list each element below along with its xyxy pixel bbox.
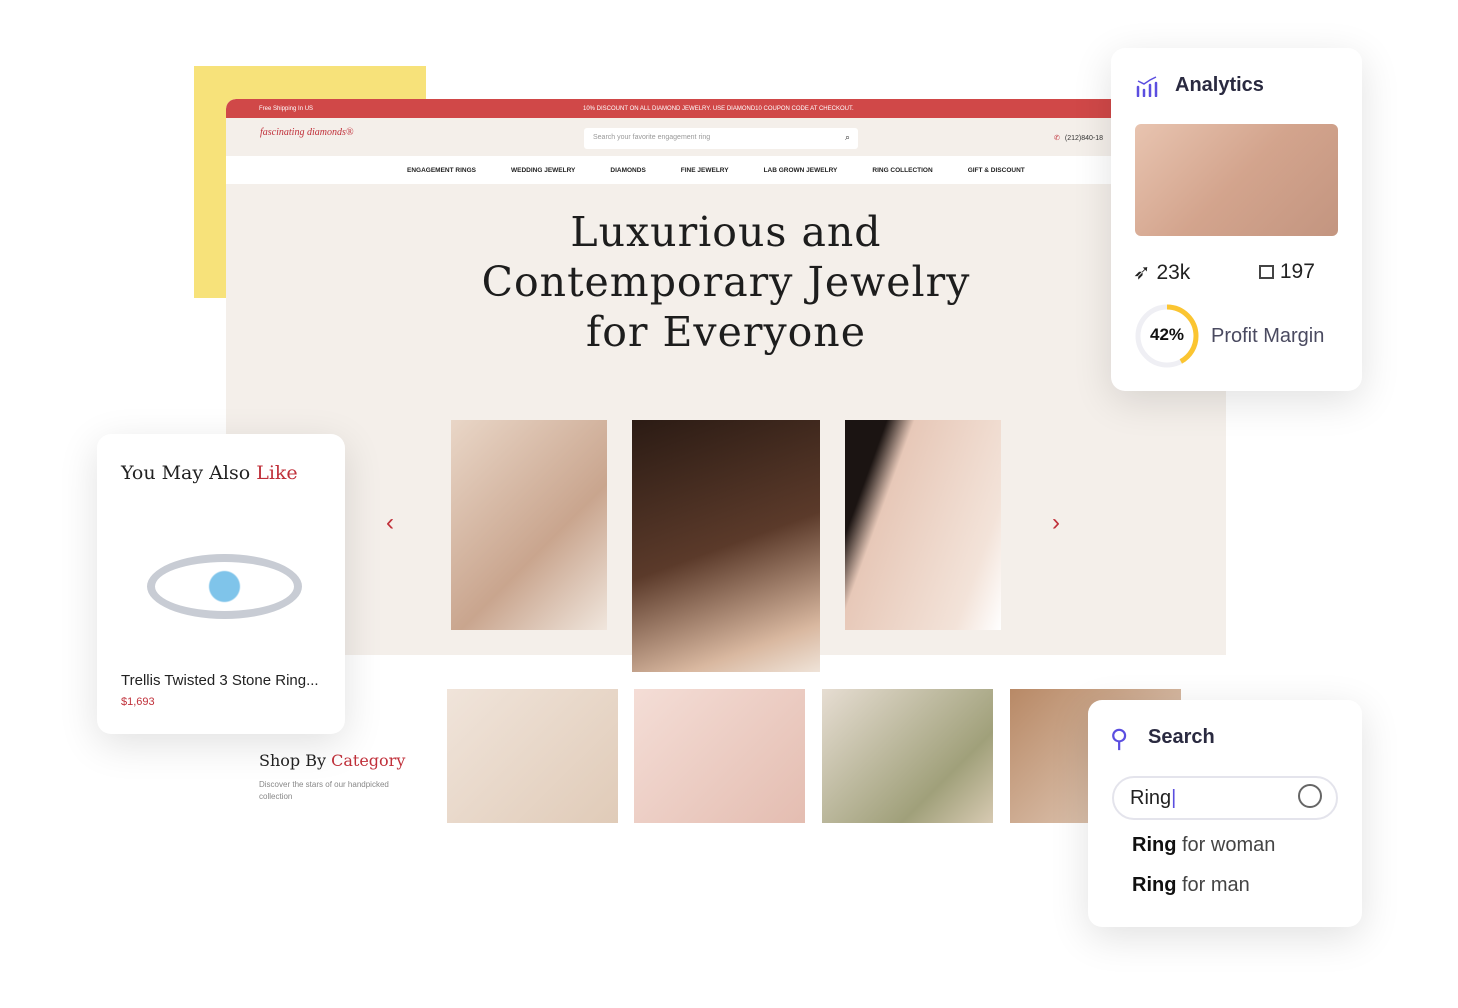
- logo[interactable]: fascinating diamonds®: [260, 127, 353, 138]
- nav-item[interactable]: WEDDING JEWELRY: [511, 167, 575, 174]
- main-nav: ENGAGEMENT RINGS WEDDING JEWELRY DIAMOND…: [226, 156, 1226, 184]
- analytics-title: Analytics: [1175, 74, 1264, 96]
- nav-item[interactable]: FINE JEWELRY: [681, 167, 729, 174]
- carousel-next-icon[interactable]: ›: [1052, 509, 1060, 537]
- recommend-title-accent: Like: [256, 462, 298, 484]
- shop-category-subtitle: Discover the stars of our handpicked col…: [259, 780, 389, 801]
- recommend-title-text: You May Also: [121, 462, 251, 484]
- bag-icon: [1259, 265, 1274, 279]
- suggestion-rest: for man: [1176, 874, 1250, 896]
- product-price: $1,693: [121, 696, 155, 708]
- search-card-title: Search: [1148, 726, 1215, 748]
- cursor-icon: ➶: [1133, 261, 1151, 284]
- phone[interactable]: ✆ (212)840-18: [1054, 134, 1103, 142]
- nav-item[interactable]: RING COLLECTION: [872, 167, 932, 174]
- earring-photo[interactable]: [632, 420, 820, 672]
- hero-line: Luxurious and: [570, 208, 882, 256]
- clicks-stat: ➶ 23k: [1133, 260, 1190, 285]
- recommend-card: You May Also Like Trellis Twisted 3 Ston…: [97, 434, 345, 734]
- search-card: ⚲ Search Ring| Ring for woman Ring for m…: [1088, 700, 1362, 927]
- ring-hand-photo[interactable]: [845, 420, 1001, 630]
- category-bracelets[interactable]: [634, 689, 805, 823]
- analytics-card: Analytics ➶ 23k 197 42% Profit Margin: [1111, 48, 1362, 391]
- suggestion-match: Ring: [1132, 834, 1177, 856]
- analytics-product-photo: [1135, 124, 1338, 236]
- search-card-input[interactable]: Ring|: [1112, 776, 1338, 820]
- search-input-icon[interactable]: [1298, 784, 1322, 808]
- analytics-icon: [1136, 76, 1158, 97]
- suggestion-rest: for woman: [1176, 834, 1276, 856]
- search-suggestion[interactable]: Ring for woman: [1132, 834, 1275, 857]
- recommend-title: You May Also Like: [121, 462, 298, 484]
- orders-stat: 197: [1259, 260, 1315, 284]
- profit-percent: 42%: [1149, 325, 1185, 344]
- nav-item[interactable]: LAB GROWN JEWELRY: [764, 167, 838, 174]
- product-image[interactable]: [147, 554, 302, 619]
- orders-value: 197: [1279, 260, 1315, 283]
- search-card-icon: ⚲: [1110, 725, 1129, 753]
- shop-category-title: Shop By Category: [259, 751, 405, 770]
- profit-label: Profit Margin: [1211, 325, 1325, 347]
- shop-title: Shop By: [259, 751, 327, 770]
- hero-line: Contemporary Jewelry: [481, 258, 971, 306]
- promo-bar: Free Shipping In US 10% DISCOUNT ON ALL …: [226, 99, 1226, 118]
- nav-item[interactable]: DIAMONDS: [610, 167, 645, 174]
- search-placeholder: Search your favorite engagement ring: [593, 134, 711, 141]
- search-icon[interactable]: ⌕: [845, 132, 850, 143]
- category-rings[interactable]: [822, 689, 993, 823]
- nav-item[interactable]: GIFT & DISCOUNT: [968, 167, 1025, 174]
- carousel-prev-icon[interactable]: ‹: [386, 509, 394, 537]
- necklace-photo[interactable]: [451, 420, 607, 630]
- product-name[interactable]: Trellis Twisted 3 Stone Ring...: [121, 672, 319, 689]
- nav-item[interactable]: ENGAGEMENT RINGS: [407, 167, 476, 174]
- promo-discount: 10% DISCOUNT ON ALL DIAMOND JEWELRY. USE…: [583, 105, 854, 112]
- site-search-input[interactable]: Search your favorite engagement ring ⌕: [584, 128, 858, 149]
- search-value: Ring: [1130, 787, 1172, 809]
- shop-title-accent: Category: [331, 751, 406, 770]
- phone-icon: ✆: [1054, 135, 1060, 142]
- hero-title: Luxurious and Contemporary Jewelry for E…: [226, 207, 1226, 357]
- category-earrings[interactable]: [447, 689, 618, 823]
- hero-line: for Everyone: [586, 308, 866, 356]
- promo-shipping: Free Shipping In US: [259, 105, 314, 112]
- clicks-value: 23k: [1156, 261, 1191, 284]
- suggestion-match: Ring: [1132, 874, 1177, 896]
- phone-number: (212)840-18: [1064, 135, 1104, 142]
- search-suggestion[interactable]: Ring for man: [1132, 874, 1250, 897]
